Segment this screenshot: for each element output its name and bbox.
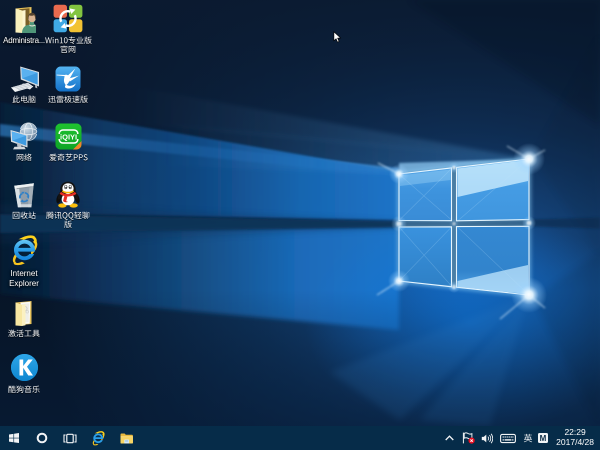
svg-text:iQIYI: iQIYI (60, 132, 77, 141)
